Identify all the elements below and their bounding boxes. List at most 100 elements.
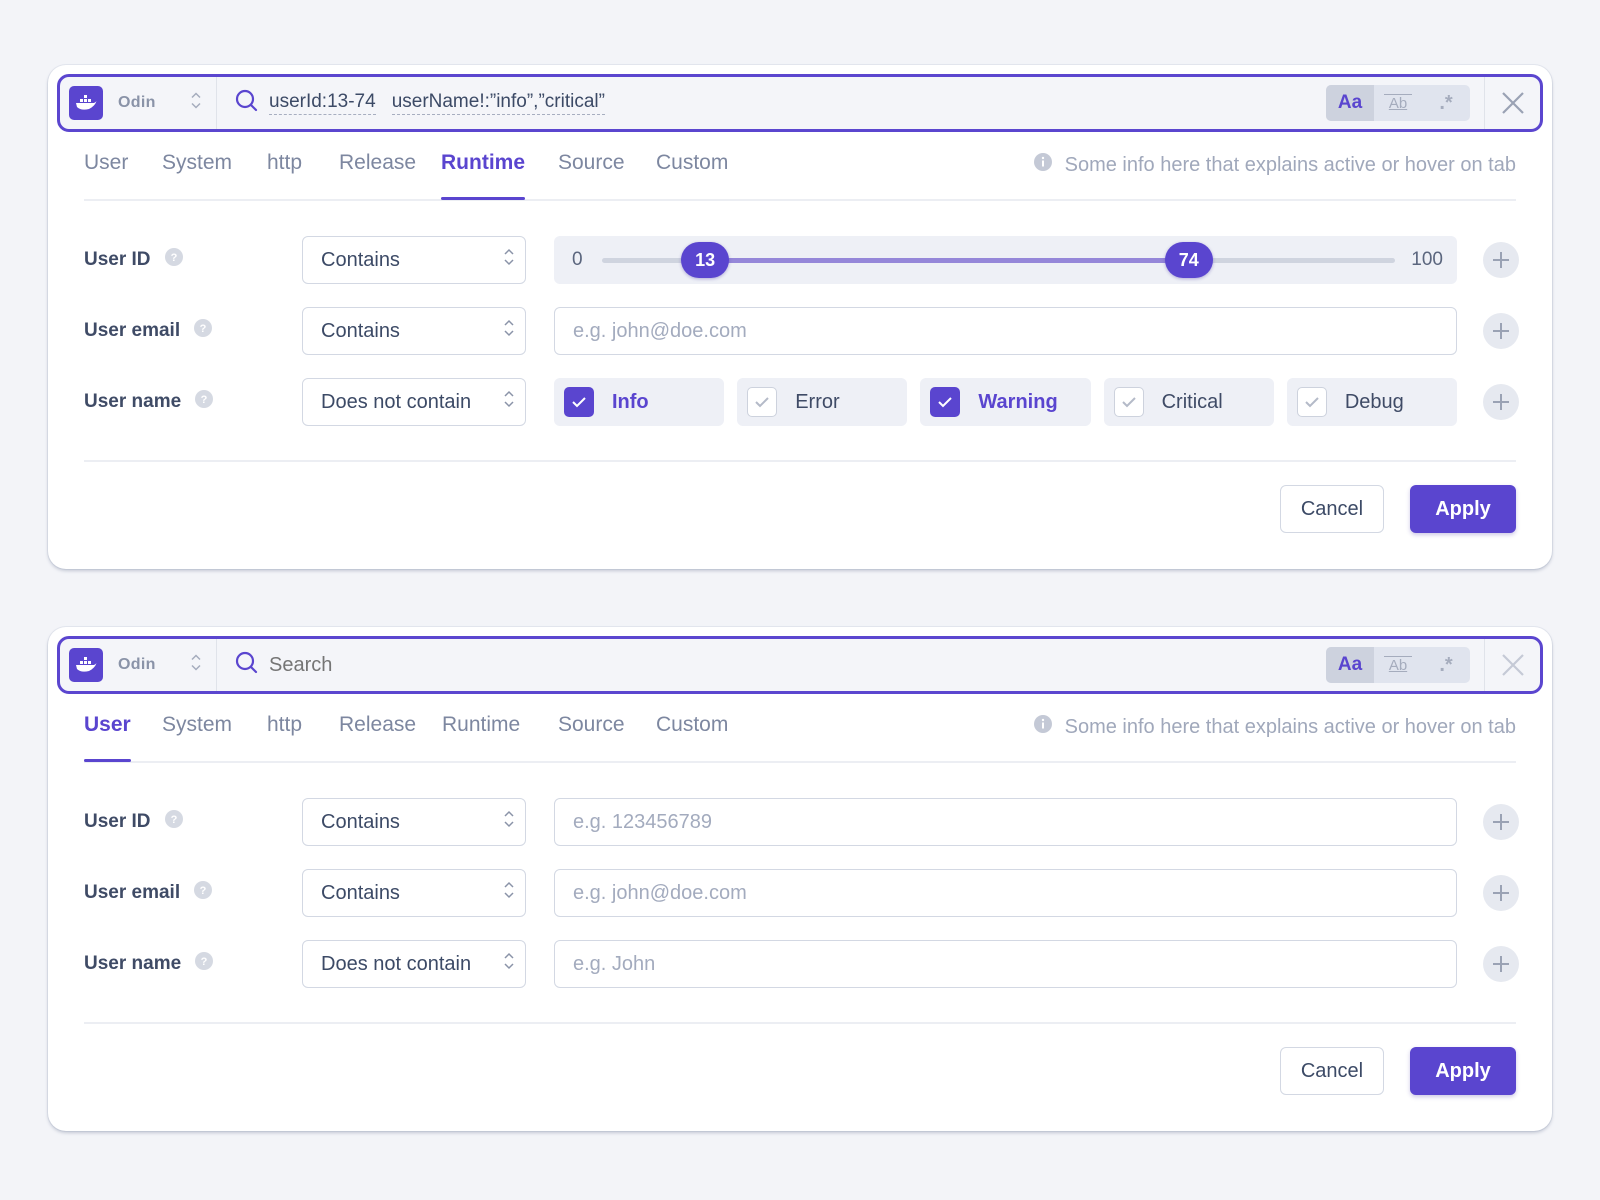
chevron-up-down-icon bbox=[503, 318, 515, 344]
tab-user[interactable]: User bbox=[84, 713, 131, 762]
operator-select[interactable]: Contains bbox=[302, 236, 526, 284]
field-label-text: User email bbox=[84, 882, 181, 903]
plus-icon bbox=[1493, 323, 1509, 339]
filter-row-user-id: User ID ? Contains 0 13 74 100 bbox=[84, 236, 1519, 284]
help-icon[interactable]: ? bbox=[195, 952, 214, 976]
help-icon[interactable]: ? bbox=[164, 810, 183, 834]
checkbox-label: Warning bbox=[978, 390, 1058, 413]
docker-whale-icon bbox=[69, 86, 103, 120]
field-label-text: User ID bbox=[84, 811, 151, 832]
tab-release[interactable]: Release bbox=[339, 713, 416, 761]
operator-value: Does not contain bbox=[321, 952, 472, 975]
source-selector[interactable]: Odin bbox=[60, 77, 217, 129]
tab-release[interactable]: Release bbox=[339, 151, 416, 199]
add-condition-button[interactable] bbox=[1483, 804, 1519, 840]
query-token[interactable]: userName!:”info”,”critical” bbox=[391, 91, 605, 115]
operator-select[interactable]: Contains bbox=[302, 869, 526, 917]
tab-http[interactable]: http bbox=[267, 151, 302, 199]
svg-text:?: ? bbox=[201, 394, 208, 406]
chevron-up-down-icon bbox=[190, 653, 202, 678]
slider-thumb-low[interactable]: 13 bbox=[681, 242, 730, 278]
check-icon bbox=[755, 397, 769, 408]
add-condition-button[interactable] bbox=[1483, 242, 1519, 278]
tab-system[interactable]: System bbox=[162, 151, 232, 199]
add-condition-button[interactable] bbox=[1483, 946, 1519, 982]
checkbox[interactable] bbox=[1296, 387, 1327, 417]
svg-text:?: ? bbox=[200, 885, 207, 897]
help-icon[interactable]: ? bbox=[164, 248, 183, 272]
regex-toggle[interactable]: .* bbox=[1422, 85, 1470, 121]
user-name-input[interactable] bbox=[554, 940, 1457, 988]
filter-panel-runtime: Odin userId:13-74 userName!:”info”,”crit… bbox=[48, 65, 1552, 569]
match-case-toggle[interactable]: Aa bbox=[1326, 647, 1374, 683]
checkbox[interactable] bbox=[564, 387, 594, 417]
whole-word-toggle[interactable]: Ab bbox=[1374, 85, 1422, 121]
level-checkbox-critical[interactable]: Critical bbox=[1103, 378, 1274, 426]
tab-custom[interactable]: Custom bbox=[656, 713, 728, 761]
field-label: User name ? bbox=[84, 952, 302, 976]
add-condition-button[interactable] bbox=[1483, 875, 1519, 911]
tab-runtime[interactable]: Runtime bbox=[442, 713, 520, 761]
search-query[interactable]: userId:13-74 userName!:”info”,”critical” bbox=[217, 77, 1326, 129]
operator-select[interactable]: Does not contain bbox=[302, 378, 526, 426]
operator-select[interactable]: Does not contain bbox=[302, 940, 526, 988]
apply-button[interactable]: Apply bbox=[1410, 1047, 1516, 1095]
user-id-input[interactable] bbox=[554, 798, 1457, 846]
checkbox[interactable] bbox=[747, 387, 778, 417]
check-icon bbox=[1305, 397, 1319, 408]
tab-system[interactable]: System bbox=[162, 713, 232, 761]
plus-icon bbox=[1493, 252, 1509, 268]
help-icon[interactable]: ? bbox=[195, 390, 214, 414]
close-button[interactable] bbox=[1484, 639, 1540, 691]
level-checkbox-warning[interactable]: Warning bbox=[920, 378, 1091, 426]
checkbox-label: Error bbox=[795, 390, 840, 413]
email-input[interactable] bbox=[554, 869, 1457, 917]
level-checkboxes: Info Error Warning Critical Debug bbox=[554, 378, 1458, 426]
source-selector[interactable]: Odin bbox=[60, 639, 217, 691]
operator-select[interactable]: Contains bbox=[302, 307, 526, 355]
cancel-button[interactable]: Cancel bbox=[1280, 1047, 1384, 1095]
tab-custom[interactable]: Custom bbox=[656, 151, 728, 199]
add-condition-button[interactable] bbox=[1483, 313, 1519, 349]
filter-row-user-email: User email ? Contains bbox=[84, 307, 1519, 355]
tab-source[interactable]: Source bbox=[558, 713, 625, 761]
checkbox-label: Critical bbox=[1161, 390, 1223, 413]
tab-runtime[interactable]: Runtime bbox=[441, 151, 525, 200]
help-icon[interactable]: ? bbox=[194, 881, 213, 905]
search-bar: Odin Aa Ab .* bbox=[57, 636, 1543, 694]
divider bbox=[84, 1022, 1516, 1024]
range-slider: 0 13 74 100 bbox=[554, 236, 1457, 284]
svg-text:?: ? bbox=[170, 252, 177, 264]
divider bbox=[84, 460, 1516, 462]
query-token[interactable]: userId:13-74 bbox=[269, 91, 376, 115]
checkbox[interactable] bbox=[930, 387, 961, 417]
operator-select[interactable]: Contains bbox=[302, 798, 526, 846]
tab-source[interactable]: Source bbox=[558, 151, 625, 199]
docker-whale-icon bbox=[69, 648, 103, 682]
field-label: User ID ? bbox=[84, 810, 302, 834]
operator-value: Does not contain bbox=[321, 390, 472, 413]
level-checkbox-error[interactable]: Error bbox=[737, 378, 908, 426]
field-label-text: User email bbox=[84, 320, 181, 341]
apply-button[interactable]: Apply bbox=[1410, 485, 1516, 533]
value-field bbox=[554, 307, 1457, 355]
checkbox[interactable] bbox=[1113, 387, 1144, 417]
cancel-button[interactable]: Cancel bbox=[1280, 485, 1384, 533]
level-checkbox-debug[interactable]: Debug bbox=[1286, 378, 1458, 426]
level-checkbox-info[interactable]: Info bbox=[554, 378, 725, 426]
tab-user[interactable]: User bbox=[84, 151, 128, 199]
tab-info: Some info here that explains active or h… bbox=[1033, 715, 1516, 739]
add-condition-button[interactable] bbox=[1483, 384, 1519, 420]
email-input[interactable] bbox=[554, 307, 1457, 355]
close-icon bbox=[1501, 92, 1524, 114]
operator-value: Contains bbox=[321, 881, 400, 904]
tab-http[interactable]: http bbox=[267, 713, 302, 761]
search-input[interactable] bbox=[269, 653, 669, 677]
match-case-toggle[interactable]: Aa bbox=[1326, 85, 1374, 121]
whole-word-toggle[interactable]: Ab bbox=[1374, 647, 1422, 683]
search-options: Aa Ab .* bbox=[1326, 647, 1470, 683]
slider-thumb-high[interactable]: 74 bbox=[1164, 242, 1213, 278]
close-button[interactable] bbox=[1484, 77, 1540, 129]
regex-toggle[interactable]: .* bbox=[1422, 647, 1470, 683]
help-icon[interactable]: ? bbox=[194, 319, 213, 343]
